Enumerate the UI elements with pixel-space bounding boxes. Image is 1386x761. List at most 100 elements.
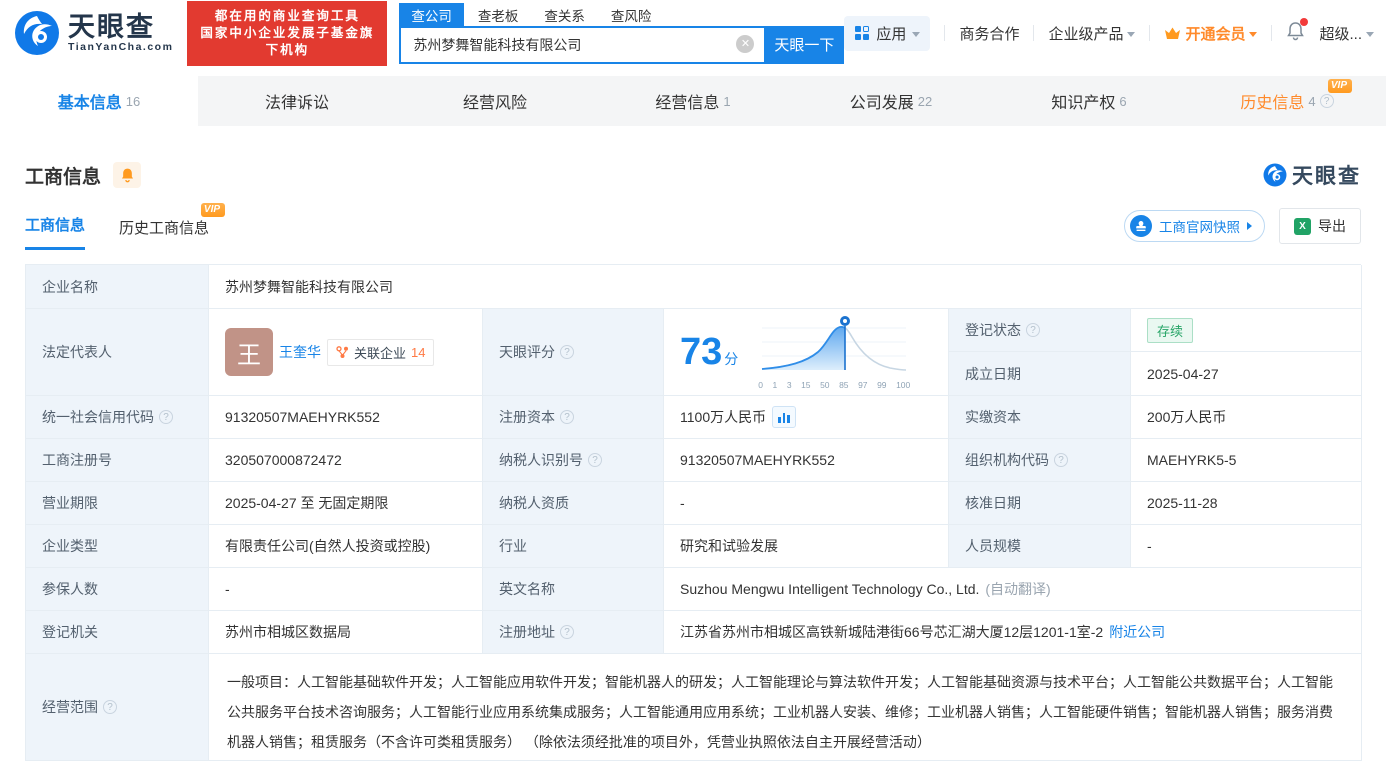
related-companies-button[interactable]: 关联企业 14 bbox=[327, 338, 435, 366]
vip-badge: VIP bbox=[200, 203, 226, 217]
tab-label: 基本信息 bbox=[57, 95, 122, 112]
tab-count: 22 bbox=[917, 93, 933, 109]
chevron-down-icon bbox=[912, 31, 921, 37]
reg-status-label: 登记状态? bbox=[949, 309, 1131, 352]
help-icon[interactable]: ? bbox=[1026, 323, 1040, 337]
business-cooperation-link[interactable]: 商务合作 bbox=[959, 23, 1019, 44]
search-tab-boss[interactable]: 查老板 bbox=[466, 3, 531, 26]
notification-dot bbox=[1300, 18, 1309, 26]
search-tab-risk[interactable]: 查风险 bbox=[599, 3, 664, 26]
chevron-down-icon bbox=[1249, 31, 1258, 37]
help-icon[interactable]: ? bbox=[560, 410, 574, 424]
tab-label: 公司发展 bbox=[849, 95, 914, 112]
tianyancha-swirl-icon bbox=[1263, 163, 1287, 187]
excel-icon: X bbox=[1294, 217, 1311, 235]
legal-rep-name-link[interactable]: 王奎华 bbox=[279, 342, 321, 362]
registration-info-table: 企业名称 苏州梦舞智能科技有限公司 法定代表人 王 王奎华 关联企业 14 登记… bbox=[25, 264, 1362, 761]
divider bbox=[944, 25, 946, 41]
tianyancha-swirl-icon bbox=[15, 11, 59, 55]
divider bbox=[1149, 25, 1151, 41]
tab-company-development[interactable]: 公司发展 22 bbox=[792, 76, 990, 126]
subtab-history-business-info[interactable]: VIP 历史工商信息 bbox=[119, 203, 226, 250]
search-tabs: 查公司 查老板 查关系 查风险 bbox=[399, 2, 844, 26]
related-label: 关联企业 bbox=[354, 345, 407, 361]
legal-rep-label: 法定代表人 bbox=[26, 309, 209, 396]
chevron-down-icon bbox=[1366, 31, 1374, 37]
tab-label: 历史信息 bbox=[1240, 95, 1305, 112]
reg-authority-value: 苏州市相城区数据局 bbox=[209, 611, 483, 654]
legal-rep-value: 王 王奎华 关联企业 14 bbox=[209, 309, 483, 396]
tab-basic-info[interactable]: 基本信息 16 bbox=[0, 76, 198, 126]
business-term-value: 2025-04-27 至 无固定期限 bbox=[209, 482, 483, 525]
search-input[interactable] bbox=[399, 25, 765, 64]
official-snapshot-button[interactable]: 工商官网快照 bbox=[1124, 210, 1265, 242]
search-tab-company[interactable]: 查公司 bbox=[399, 2, 464, 26]
help-icon[interactable]: ? bbox=[1319, 94, 1334, 108]
help-icon[interactable]: ? bbox=[560, 345, 574, 359]
search-button[interactable]: 天眼一下 bbox=[764, 25, 845, 64]
subscribe-bell-button[interactable] bbox=[113, 162, 142, 188]
staff-size-label: 人员规模 bbox=[949, 525, 1131, 568]
tab-intellectual-property[interactable]: 知识产权 6 bbox=[990, 76, 1188, 126]
tab-label: 经营风险 bbox=[462, 95, 527, 112]
reg-capital-value: 1100万人民币 bbox=[664, 396, 949, 439]
enterprise-products-menu[interactable]: 企业级产品 bbox=[1048, 23, 1136, 44]
nearby-companies-link[interactable]: 附近公司 bbox=[1109, 622, 1165, 642]
tab-label: 知识产权 bbox=[1051, 95, 1116, 112]
score-axis-ticks: 0 1 3 15 50 85 97 99 100 bbox=[758, 380, 911, 390]
top-bar: 天眼查 TianYanCha.com 都在用的商业查询工具 国家中小企业发展子基… bbox=[0, 0, 1386, 66]
apps-menu[interactable]: 应用 bbox=[844, 15, 931, 51]
help-icon[interactable]: ? bbox=[1054, 453, 1068, 467]
help-icon[interactable]: ? bbox=[588, 453, 602, 467]
subtab-business-info[interactable]: 工商信息 bbox=[25, 214, 86, 250]
org-code-label: 组织机构代码? bbox=[949, 439, 1131, 482]
tab-legal-proceedings[interactable]: 法律诉讼 bbox=[198, 76, 396, 126]
tab-operating-risk[interactable]: 经营风险 bbox=[396, 76, 594, 126]
watermark-text: 天眼查 bbox=[1292, 165, 1361, 188]
promo-line2: 国家中小企业发展子基金旗下机构 bbox=[200, 25, 375, 57]
arrow-right-icon bbox=[1247, 222, 1252, 230]
divider bbox=[1033, 25, 1035, 41]
establish-date-label: 成立日期 bbox=[949, 352, 1131, 396]
tab-operating-info[interactable]: 经营信息 1 bbox=[594, 76, 792, 126]
tab-count: 6 bbox=[1119, 93, 1127, 109]
reg-status-value: 存续 bbox=[1131, 309, 1362, 352]
business-scope-label: 经营范围? bbox=[26, 654, 209, 761]
legal-rep-avatar[interactable]: 王 bbox=[225, 328, 273, 376]
export-label: 导出 bbox=[1318, 218, 1346, 234]
score-value[interactable]: 73 分 0 1 3 15 50 85 97 99 100 bbox=[664, 309, 949, 396]
super-vip-menu[interactable]: 超级... bbox=[1319, 23, 1374, 44]
search-tab-relation[interactable]: 查关系 bbox=[532, 3, 597, 26]
open-vip-menu[interactable]: 开通会员 bbox=[1164, 23, 1258, 44]
english-name-value: Suzhou Mengwu Intelligent Technology Co.… bbox=[664, 568, 1362, 611]
reg-authority-label: 登记机关 bbox=[26, 611, 209, 654]
company-name-label: 企业名称 bbox=[26, 265, 209, 309]
company-section-tabs: 基本信息 16 法律诉讼 经营风险 经营信息 1 公司发展 22 知识产权 6 … bbox=[0, 76, 1386, 126]
help-icon[interactable]: ? bbox=[103, 700, 117, 714]
tab-history-info[interactable]: VIP 历史信息 4 ? bbox=[1188, 76, 1386, 126]
taxpayer-id-value: 91320507MAEHYRK552 bbox=[664, 439, 949, 482]
vip-badge: VIP bbox=[1327, 79, 1352, 93]
tab-count: 4 bbox=[1308, 93, 1316, 109]
score-unit: 分 bbox=[724, 351, 739, 367]
credit-code-value: 91320507MAEHYRK552 bbox=[209, 396, 483, 439]
notifications-bell[interactable] bbox=[1286, 18, 1309, 45]
export-button[interactable]: X 导出 bbox=[1279, 208, 1361, 244]
reg-address-label: 注册地址? bbox=[483, 611, 664, 654]
tab-count: 1 bbox=[723, 93, 731, 109]
org-code-value: MAEHYRK5-5 bbox=[1131, 439, 1362, 482]
staff-size-value: - bbox=[1131, 525, 1362, 568]
tianyancha-logo[interactable]: 天眼查 TianYanCha.com bbox=[14, 10, 173, 56]
promo-banner[interactable]: 都在用的商业查询工具 国家中小企业发展子基金旗下机构 bbox=[187, 0, 388, 66]
capital-chart-button[interactable] bbox=[772, 406, 797, 428]
score-label: 天眼评分? bbox=[483, 309, 664, 396]
clear-search-icon[interactable]: ✕ bbox=[736, 34, 755, 53]
paid-capital-value: 200万人民币 bbox=[1131, 396, 1362, 439]
establish-date-value: 2025-04-27 bbox=[1131, 352, 1362, 396]
help-icon[interactable]: ? bbox=[159, 410, 173, 424]
score-number: 73 bbox=[680, 331, 723, 373]
taxpayer-quality-label: 纳税人资质 bbox=[483, 482, 664, 525]
insured-count-value: - bbox=[209, 568, 483, 611]
industry-label: 行业 bbox=[483, 525, 664, 568]
help-icon[interactable]: ? bbox=[560, 625, 574, 639]
